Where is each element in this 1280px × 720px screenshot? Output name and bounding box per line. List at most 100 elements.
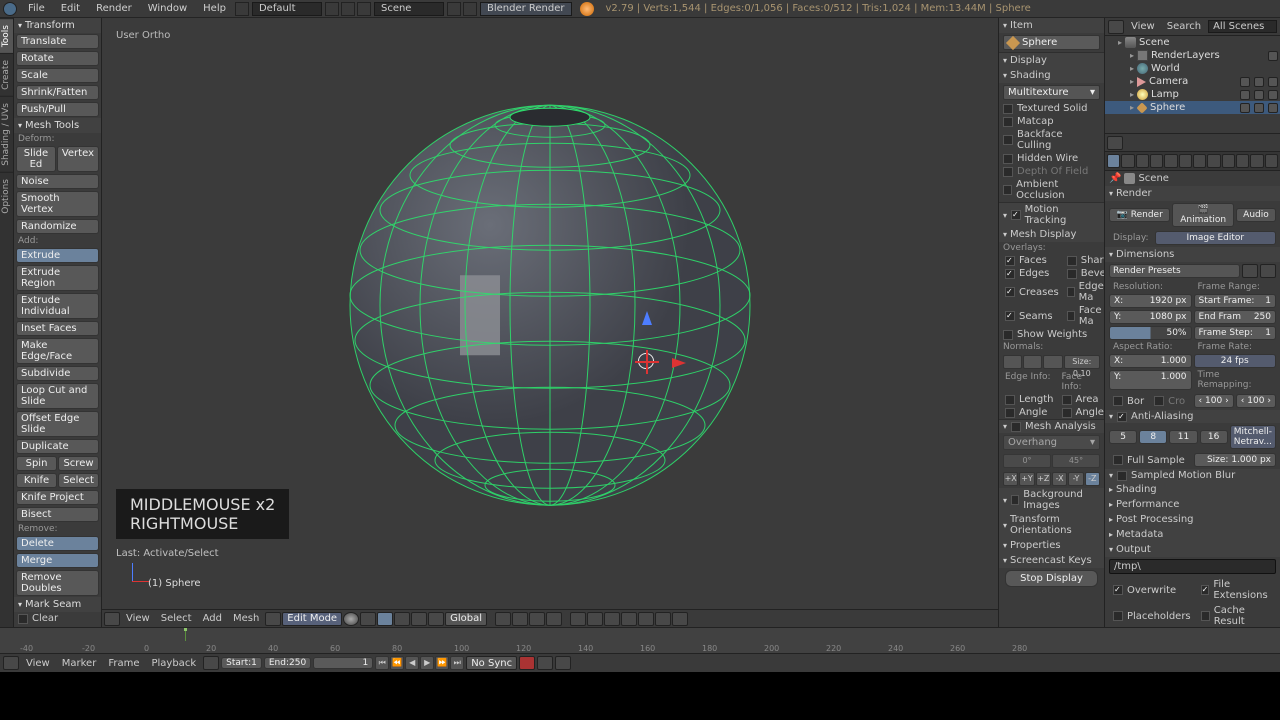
opengl-anim[interactable] xyxy=(672,612,688,626)
btn-noise[interactable]: Noise xyxy=(16,174,99,189)
btn-randomize[interactable]: Randomize xyxy=(16,219,99,234)
scene-del[interactable] xyxy=(463,2,477,16)
btn-loop-cut[interactable]: Loop Cut and Slide xyxy=(16,383,99,409)
btn-knife-select[interactable]: Select xyxy=(58,473,99,488)
btn-duplicate[interactable]: Duplicate xyxy=(16,439,99,454)
end-frame[interactable]: End Fram250 xyxy=(1194,310,1277,324)
layers-2[interactable] xyxy=(587,612,603,626)
props-editor-icon[interactable] xyxy=(1107,136,1123,150)
orientation-selector[interactable]: Global xyxy=(445,612,487,626)
sync-mode[interactable]: No Sync xyxy=(466,656,517,670)
chk-sharp[interactable]: Sharp xyxy=(1063,254,1104,267)
btn-rotate[interactable]: Rotate xyxy=(16,51,99,66)
btn-knife[interactable]: Knife xyxy=(16,473,57,488)
ptab-texture[interactable] xyxy=(1236,154,1249,168)
timeline-track[interactable]: -40-200204060801001201401601802002202402… xyxy=(0,628,1280,654)
aspect-y[interactable]: Y:1.000 xyxy=(1109,370,1192,390)
preset-add[interactable] xyxy=(1242,264,1258,278)
pr-dimensions[interactable]: Dimensions xyxy=(1105,247,1280,262)
menu-file[interactable]: File xyxy=(20,1,53,16)
remap-new[interactable]: ‹100› xyxy=(1236,394,1276,408)
scene-selector[interactable]: Scene xyxy=(374,2,444,16)
btn-inset-faces[interactable]: Inset Faces xyxy=(16,321,99,336)
frame-step[interactable]: Frame Step:1 xyxy=(1194,326,1277,340)
chk-backface[interactable]: Backface Culling xyxy=(999,128,1104,152)
remap-old[interactable]: ‹100› xyxy=(1194,394,1234,408)
tl-menu-playback[interactable]: Playback xyxy=(146,658,201,669)
btn-animation[interactable]: 🎬 Animation xyxy=(1172,203,1233,227)
outliner-row-camera[interactable]: ▸Camera xyxy=(1105,75,1280,88)
ptab-particle[interactable] xyxy=(1250,154,1263,168)
chk-facema[interactable]: Face Ma xyxy=(1063,304,1104,328)
np-bgimages[interactable]: ▾Background Images xyxy=(999,488,1104,512)
btn-screw[interactable]: Screw xyxy=(58,456,99,471)
np-properties[interactable]: Properties xyxy=(999,538,1104,553)
chk-creases[interactable]: Creases xyxy=(1001,280,1063,304)
ptab-modifier[interactable] xyxy=(1193,154,1206,168)
chk-matcap[interactable]: Matcap xyxy=(999,115,1104,128)
tl-end[interactable]: End:250 xyxy=(264,657,311,669)
pr-aa[interactable]: ▾Anti-Aliasing xyxy=(1105,410,1280,423)
panel-mesh-tools[interactable]: Mesh Tools xyxy=(14,118,101,133)
np-shading-head[interactable]: Shading xyxy=(999,68,1104,83)
btn-delete[interactable]: Delete xyxy=(16,536,99,551)
proportional-edit[interactable] xyxy=(604,612,620,626)
ptab-constraint[interactable] xyxy=(1179,154,1192,168)
tl-range-icon[interactable] xyxy=(203,656,219,670)
chk-bevel[interactable]: Bevel xyxy=(1063,267,1104,280)
btn-shrink-fatten[interactable]: Shrink/Fatten xyxy=(16,85,99,100)
chk-face-area[interactable]: Area xyxy=(1058,393,1105,406)
scene-add[interactable] xyxy=(447,2,461,16)
playhead[interactable] xyxy=(185,628,186,641)
np-mesh-analysis[interactable]: ▾Mesh Analysis xyxy=(999,420,1104,433)
res-y[interactable]: Y:1080 px xyxy=(1109,310,1192,324)
btn-stop-display[interactable]: Stop Display xyxy=(1005,570,1098,587)
snap-type[interactable] xyxy=(638,612,654,626)
btn-keying-set[interactable] xyxy=(555,656,571,670)
chk-edges[interactable]: Edges xyxy=(1001,267,1063,280)
pr-postproc[interactable]: Post Processing xyxy=(1105,512,1280,527)
mode-icon[interactable] xyxy=(265,612,281,626)
ptab-world[interactable] xyxy=(1150,154,1163,168)
btn-jump-end[interactable]: ⏭ xyxy=(450,656,464,670)
btn-jump-start[interactable]: ⏮ xyxy=(375,656,389,670)
timeline-editor-icon[interactable] xyxy=(3,656,19,670)
btn-subdivide[interactable]: Subdivide xyxy=(16,366,99,381)
btn-extrude[interactable]: Extrude xyxy=(16,248,99,263)
chk-seams[interactable]: Seams xyxy=(1001,304,1063,328)
menu-edit[interactable]: Edit xyxy=(53,1,88,16)
btn-offset-edge[interactable]: Offset Edge Slide xyxy=(16,411,99,437)
btn-merge[interactable]: Merge xyxy=(16,553,99,568)
check-clear-seam[interactable]: Clear xyxy=(14,612,101,625)
pr-performance[interactable]: Performance xyxy=(1105,497,1280,512)
pivot-icon[interactable] xyxy=(360,612,376,626)
pr-metadata[interactable]: Metadata xyxy=(1105,527,1280,542)
chk-overwrite[interactable]: Overwrite xyxy=(1109,578,1195,602)
axis-row[interactable]: +X+Y+Z -X-Y-Z xyxy=(999,470,1104,488)
scene-icon[interactable] xyxy=(357,2,371,16)
layout-icon[interactable] xyxy=(235,2,249,16)
sel-edge[interactable] xyxy=(394,612,410,626)
chk-hiddenwire[interactable]: Hidden Wire xyxy=(999,152,1104,165)
aa-8[interactable]: 8 xyxy=(1139,430,1167,444)
panel-transform[interactable]: Transform xyxy=(14,18,101,33)
btn-bisect[interactable]: Bisect xyxy=(16,507,99,522)
btn-smooth-vertex[interactable]: Smooth Vertex xyxy=(16,191,99,217)
btn-slide-edge[interactable]: Slide Ed xyxy=(16,146,56,172)
ptab-render[interactable] xyxy=(1107,154,1120,168)
outliner-editor-icon[interactable] xyxy=(1108,20,1124,34)
tl-start[interactable]: Start:1 xyxy=(221,657,262,669)
tab-options[interactable]: Options xyxy=(0,172,13,220)
manipulator-toggle[interactable] xyxy=(495,612,511,626)
chk-edgema[interactable]: Edge Ma xyxy=(1063,280,1104,304)
layout-del[interactable] xyxy=(341,2,355,16)
tab-shading-uvs[interactable]: Shading / UVs xyxy=(0,96,13,172)
layout-selector[interactable]: Default xyxy=(252,2,322,16)
aa-5[interactable]: 5 xyxy=(1109,430,1137,444)
outliner-view[interactable]: View xyxy=(1126,21,1160,32)
ptab-object[interactable] xyxy=(1164,154,1177,168)
render-presets[interactable]: Render Presets xyxy=(1109,264,1240,278)
btn-keyframe-prev[interactable]: ⏪ xyxy=(390,656,404,670)
vp-menu-select[interactable]: Select xyxy=(156,613,197,624)
mesh-sphere[interactable] xyxy=(330,85,770,525)
